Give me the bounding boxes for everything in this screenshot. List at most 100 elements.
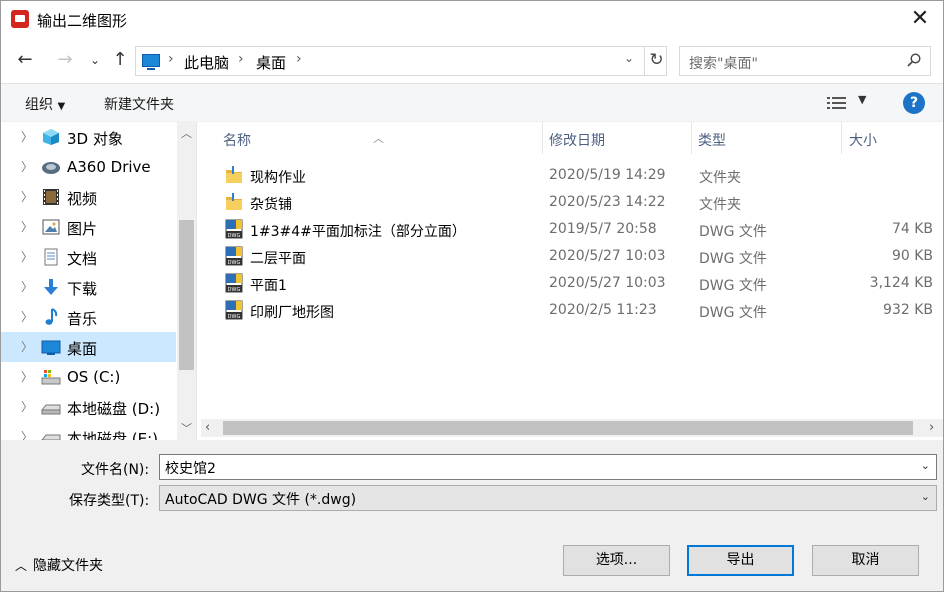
- back-arrow-icon[interactable]: ←: [13, 49, 37, 73]
- column-header-size[interactable]: 大小: [842, 122, 942, 154]
- scrollbar-thumb[interactable]: [223, 421, 913, 435]
- scroll-down-arrow-icon[interactable]: ﹀: [177, 420, 196, 436]
- expand-chevron-icon[interactable]: 〉: [21, 278, 33, 295]
- column-header-name[interactable]: 名称 ︿: [197, 122, 543, 154]
- column-size-label: 大小: [849, 133, 877, 149]
- file-row-folder[interactable]: 杂货铺 2020/5/23 14:22 文件夹: [217, 189, 943, 216]
- breadcrumb-desktop[interactable]: 桌面: [256, 52, 286, 73]
- svg-text:DWG: DWG: [228, 287, 241, 293]
- file-type: 文件夹: [699, 170, 741, 186]
- tree-item-documents[interactable]: 〉 文档: [1, 242, 176, 272]
- scrollbar-thumb[interactable]: [179, 220, 194, 370]
- filetype-select[interactable]: AutoCAD DWG 文件 (*.dwg) ⌄: [159, 485, 937, 511]
- new-folder-button[interactable]: 新建文件夹: [104, 94, 174, 114]
- file-type: 文件夹: [699, 197, 741, 213]
- tree-item-pictures[interactable]: 〉 图片: [1, 212, 176, 242]
- tree-item-downloads[interactable]: 〉 下载: [1, 272, 176, 302]
- search-box[interactable]: 搜索"桌面": [679, 46, 931, 76]
- file-name: 二层平面: [250, 251, 306, 267]
- title-bar: 输出二维图形 ✕: [1, 1, 943, 39]
- file-date: 2019/5/7 20:58: [549, 221, 657, 237]
- filetype-dropdown-chevron-icon[interactable]: ⌄: [921, 490, 930, 503]
- search-icon[interactable]: [907, 53, 921, 67]
- breadcrumb-separator-icon[interactable]: ›: [168, 51, 174, 67]
- cancel-button[interactable]: 取消: [812, 545, 919, 576]
- scroll-up-arrow-icon[interactable]: ︿: [177, 125, 196, 141]
- tree-item-music[interactable]: 〉 音乐: [1, 302, 176, 332]
- column-name-label: 名称: [223, 133, 251, 149]
- filetype-value: AutoCAD DWG 文件 (*.dwg): [165, 492, 357, 508]
- pictures-icon: [42, 219, 60, 235]
- expand-chevron-icon[interactable]: 〉: [21, 188, 33, 205]
- window-title: 输出二维图形: [37, 12, 128, 30]
- navigation-bar: ← → ⌄ ↑ › 此电脑 › 桌面 › ⌄ ↻ 搜索"桌面": [1, 39, 943, 83]
- breadcrumb-separator-icon[interactable]: ›: [238, 51, 244, 67]
- column-header-modified[interactable]: 修改日期: [543, 122, 691, 154]
- file-list: 名称 ︿ 修改日期 类型 大小 现构作业 2020/5/19 14:29 文件夹…: [197, 122, 943, 440]
- expand-chevron-icon[interactable]: 〉: [21, 248, 33, 265]
- export-2d-dialog: 输出二维图形 ✕ ← → ⌄ ↑ › 此电脑 › 桌面 › ⌄ ↻ 搜索"桌面"…: [0, 0, 944, 592]
- recent-locations-chevron-icon[interactable]: ⌄: [83, 49, 107, 73]
- view-dropdown-icon[interactable]: ▼: [858, 93, 866, 106]
- view-options-icon[interactable]: [827, 96, 847, 110]
- help-icon[interactable]: ?: [903, 92, 925, 114]
- scroll-right-arrow-icon[interactable]: ›: [929, 420, 934, 435]
- column-header-type[interactable]: 类型: [692, 122, 840, 154]
- close-button[interactable]: ✕: [897, 1, 943, 39]
- expand-chevron-icon[interactable]: 〉: [21, 158, 33, 175]
- tree-item-a360-drive[interactable]: 〉 A360 Drive: [1, 152, 176, 182]
- address-bar[interactable]: › 此电脑 › 桌面 › ⌄ ↻: [135, 46, 667, 76]
- search-placeholder: 搜索"桌面": [689, 56, 758, 72]
- organize-menu[interactable]: 组织 ▼: [25, 94, 65, 114]
- tree-item-drive-d[interactable]: 〉 本地磁盘 (D:): [1, 392, 176, 422]
- expand-chevron-icon[interactable]: 〉: [21, 398, 33, 415]
- expand-chevron-icon[interactable]: 〉: [21, 338, 33, 355]
- file-row-dwg[interactable]: DWG 印刷厂地形图 2020/2/5 11:23 DWG 文件 932 KB: [217, 297, 943, 324]
- svg-text:DWG: DWG: [228, 260, 241, 266]
- expand-chevron-icon[interactable]: 〉: [21, 218, 33, 235]
- filename-dropdown-chevron-icon[interactable]: ⌄: [921, 459, 930, 472]
- file-size: 74 KB: [891, 221, 933, 237]
- export-button[interactable]: 导出: [687, 545, 794, 576]
- file-row-dwg[interactable]: DWG 平面1 2020/5/27 10:03 DWG 文件 3,124 KB: [217, 270, 943, 297]
- expand-chevron-icon[interactable]: 〉: [21, 368, 33, 385]
- refresh-icon[interactable]: ↻: [644, 46, 668, 76]
- collapse-chevron-icon: ︿: [15, 559, 28, 573]
- forward-arrow-icon[interactable]: →: [53, 49, 77, 73]
- navigation-scrollbar[interactable]: ︿ ﹀: [177, 122, 196, 440]
- file-row-dwg[interactable]: DWG 1#3#4#平面加标注（部分立面） 2019/5/7 20:58 DWG…: [217, 216, 943, 243]
- tree-item-3d-objects[interactable]: 〉 3D 对象: [1, 122, 176, 152]
- filename-label: 文件名(N):: [81, 462, 150, 478]
- column-type-label: 类型: [698, 133, 726, 149]
- hide-folders-toggle[interactable]: ︿ 隐藏文件夹: [15, 555, 103, 575]
- address-dropdown-chevron-icon[interactable]: ⌄: [624, 51, 634, 65]
- expand-chevron-icon[interactable]: 〉: [21, 428, 33, 440]
- file-size: 90 KB: [891, 248, 933, 264]
- expand-chevron-icon[interactable]: 〉: [21, 308, 33, 325]
- download-icon: [44, 279, 58, 295]
- tree-item-drive-c[interactable]: 〉 OS (C:): [1, 362, 176, 392]
- breadcrumb-separator-icon[interactable]: ›: [296, 51, 302, 67]
- documents-icon: [44, 248, 58, 266]
- filename-input[interactable]: 校史馆2 ⌄: [159, 454, 937, 480]
- breadcrumb-this-pc[interactable]: 此电脑: [184, 52, 229, 73]
- tree-item-drive-e[interactable]: 〉 本地磁盘 (E:): [1, 422, 176, 440]
- options-button[interactable]: 选项...: [563, 545, 670, 576]
- file-name: 1#3#4#平面加标注（部分立面）: [250, 224, 466, 240]
- up-arrow-icon[interactable]: ↑: [108, 49, 132, 73]
- scroll-left-arrow-icon[interactable]: ‹: [205, 420, 210, 435]
- file-row-folder[interactable]: 现构作业 2020/5/19 14:29 文件夹: [217, 162, 943, 189]
- file-list-horizontal-scrollbar[interactable]: ‹ ›: [201, 419, 943, 437]
- svg-text:DWG: DWG: [228, 233, 241, 239]
- expand-chevron-icon[interactable]: 〉: [21, 128, 33, 145]
- a360-drive-icon: [42, 162, 60, 174]
- tree-item-label: 下载: [67, 280, 98, 298]
- file-row-dwg[interactable]: DWG 二层平面 2020/5/27 10:03 DWG 文件 90 KB: [217, 243, 943, 270]
- tree-item-video[interactable]: 〉 视频: [1, 182, 176, 212]
- sort-ascending-icon: ︿: [373, 132, 384, 145]
- tree-item-label: 桌面: [67, 340, 98, 358]
- tree-item-label: A360 Drive: [67, 158, 151, 176]
- drive-e-icon: [41, 434, 61, 440]
- dwg-file-icon: DWG: [225, 273, 243, 293]
- tree-item-desktop[interactable]: 〉 桌面: [1, 332, 176, 362]
